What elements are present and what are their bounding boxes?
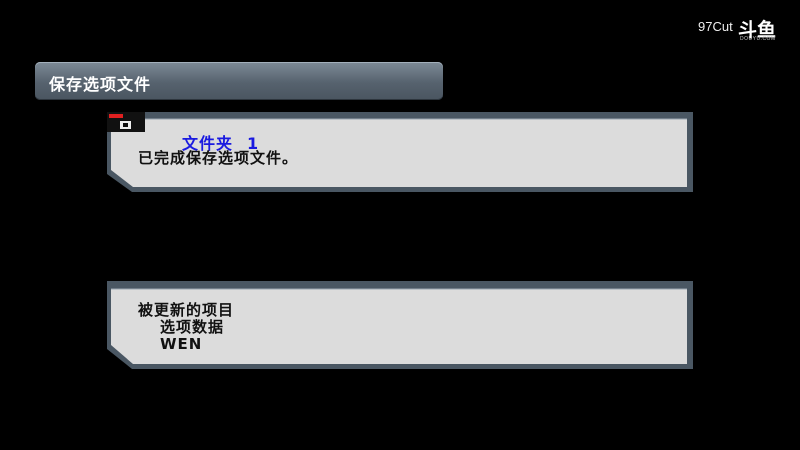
save-status-panel: 文件夹 1 已完成保存选项文件。 (107, 112, 693, 194)
screen-title-bar: 保存选项文件 (35, 62, 443, 100)
updated-item-type: 选项数据 (160, 318, 225, 336)
updated-items-panel: 被更新的项目 选项数据 WEN (107, 281, 693, 371)
memory-card-icon (107, 112, 145, 132)
updated-item-name: WEN (160, 335, 203, 353)
updated-items-heading: 被更新的项目 (138, 301, 235, 319)
watermark-prefix: 97Cut (698, 19, 733, 34)
watermark-domain: DOUYU.COM (740, 36, 776, 42)
screen-title: 保存选项文件 (49, 75, 152, 94)
save-complete-message: 已完成保存选项文件。 (138, 149, 299, 167)
watermark-logo: 97Cut 斗鱼 DOUYU.COM (698, 15, 788, 43)
